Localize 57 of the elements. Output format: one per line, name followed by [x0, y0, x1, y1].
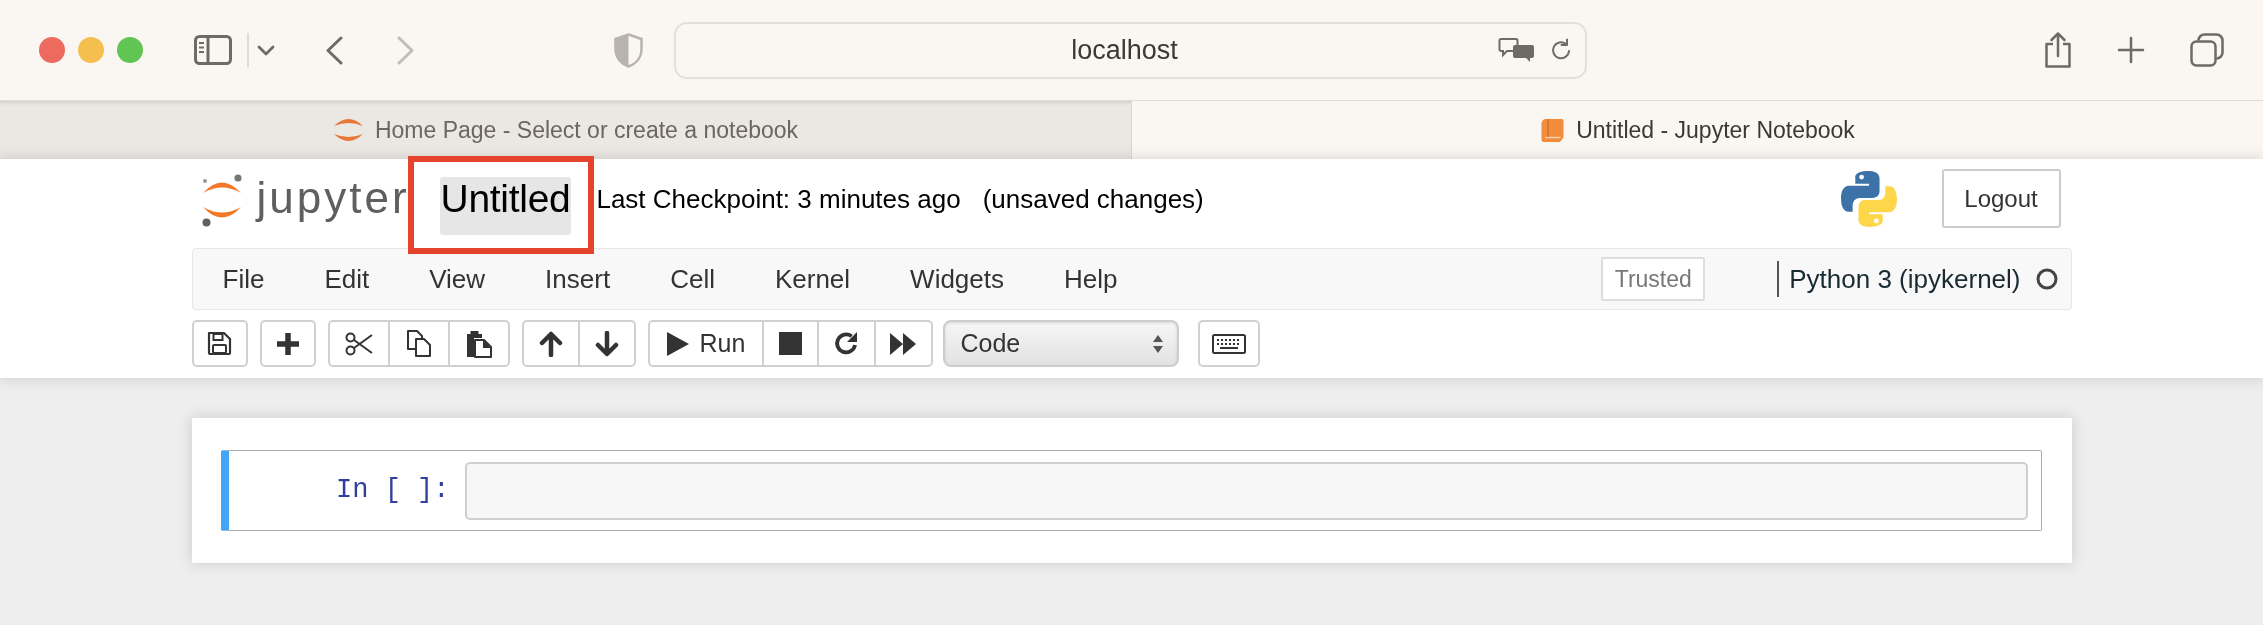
- command-palette-button[interactable]: [1197, 320, 1260, 367]
- fast-forward-icon: [890, 332, 916, 355]
- menu-item[interactable]: Cell: [640, 249, 745, 309]
- move-down-button[interactable]: [577, 320, 636, 367]
- python-logo-icon: [1839, 170, 1898, 228]
- plus-icon[interactable]: [2117, 36, 2145, 64]
- close-button[interactable]: [39, 37, 65, 63]
- reload-icon[interactable]: [1549, 38, 1573, 62]
- book-icon: [1540, 117, 1566, 143]
- menu-item[interactable]: Widgets: [880, 249, 1034, 309]
- trusted-indicator[interactable]: Trusted: [1601, 257, 1706, 301]
- url-text: localhost: [1071, 33, 1178, 67]
- share-icon[interactable]: [2043, 31, 2073, 69]
- logout-button[interactable]: Logout: [1941, 169, 2061, 228]
- overlapping-squares-icon[interactable]: [2190, 33, 2224, 67]
- save-button[interactable]: [191, 320, 248, 367]
- plus-icon: [275, 331, 300, 356]
- logo-text: jupyter: [256, 176, 410, 220]
- paste-button[interactable]: [447, 320, 510, 367]
- run-button[interactable]: Run: [647, 320, 764, 367]
- clipboard-icon: [465, 329, 492, 358]
- updown-arrows-icon: [1152, 334, 1163, 353]
- copy-button[interactable]: [387, 320, 450, 367]
- move-up-button[interactable]: [521, 320, 580, 367]
- menu-item[interactable]: Kernel: [744, 249, 881, 309]
- insert-cell-button[interactable]: [259, 320, 316, 367]
- cell-type-select[interactable]: Code: [942, 320, 1179, 367]
- play-icon: [665, 330, 690, 357]
- chevron-left-icon[interactable]: [325, 35, 343, 65]
- notebook-title[interactable]: Untitled: [439, 177, 572, 235]
- menu-item[interactable]: File: [192, 249, 295, 309]
- menu-item[interactable]: Edit: [294, 249, 400, 309]
- browser-tab[interactable]: Untitled - Jupyter Notebook: [1131, 101, 2263, 159]
- chevron-down-icon[interactable]: [257, 44, 275, 56]
- menu-item[interactable]: Help: [1034, 249, 1148, 309]
- scissors-icon: [344, 330, 373, 357]
- menu-item[interactable]: View: [399, 249, 516, 309]
- speech-bubbles-icon[interactable]: [1498, 37, 1535, 63]
- stop-icon: [778, 332, 802, 355]
- run-all-button[interactable]: [873, 320, 933, 367]
- input-prompt: In [ ]:: [335, 474, 451, 508]
- kernel-name: Python 3 (ipykernel): [1789, 262, 2021, 296]
- documents-icon: [405, 330, 432, 357]
- sidebar-icon[interactable]: [194, 35, 232, 65]
- code-input[interactable]: [464, 461, 2028, 520]
- address-bar[interactable]: localhost: [674, 21, 1587, 79]
- save-status: (unsaved changes): [982, 183, 1204, 216]
- interrupt-button[interactable]: [761, 320, 819, 367]
- circular-arrow-icon: [833, 330, 859, 357]
- keyboard-icon: [1211, 333, 1246, 354]
- checkpoint-status: Last Checkpoint: 3 minutes ago: [596, 183, 961, 216]
- arrow-down-icon: [594, 330, 619, 357]
- restart-button[interactable]: [816, 320, 876, 367]
- browser-tab[interactable]: Home Page - Select or create a notebook: [0, 101, 1131, 159]
- arrow-up-icon: [538, 330, 563, 357]
- menu-item[interactable]: Insert: [515, 249, 641, 309]
- cut-button[interactable]: [327, 320, 390, 367]
